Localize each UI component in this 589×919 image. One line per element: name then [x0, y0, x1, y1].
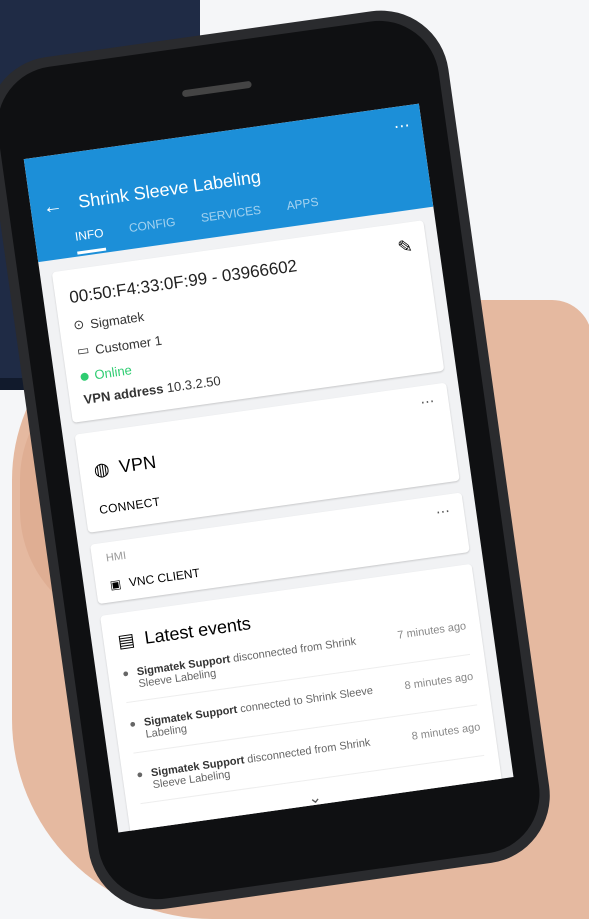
person-icon: ●	[121, 667, 130, 681]
app-screen: ⋯ ← Shrink Sleeve Labeling Info Config S…	[23, 103, 514, 833]
phone-speaker	[181, 80, 252, 98]
status-text: Online	[93, 362, 133, 383]
company-name: Sigmatek	[89, 308, 145, 331]
globe-icon: ◍	[92, 458, 111, 481]
event-time: 7 minutes ago	[396, 620, 467, 642]
latest-events-card: ▤ Latest events ● Sigmatek Support disco…	[100, 563, 504, 833]
vpn-more-icon[interactable]: ⋯	[419, 392, 435, 411]
main-content: ✎ 00:50:F4:33:0F:99 - 03966602 ⊙ Sigmate…	[38, 207, 513, 833]
vnc-client-label: VNC CLIENT	[128, 565, 201, 590]
events-title: Latest events	[143, 613, 253, 648]
hmi-more-icon[interactable]: ⋯	[435, 502, 451, 521]
smartphone: ⋯ ← Shrink Sleeve Labeling Info Config S…	[0, 1, 559, 919]
tab-config[interactable]: Config	[128, 215, 176, 235]
tab-info[interactable]: Info	[74, 225, 106, 255]
vpn-title: VPN	[117, 451, 158, 477]
event-time: 8 minutes ago	[403, 670, 474, 693]
tab-apps[interactable]: Apps	[286, 195, 320, 213]
tag-icon: ▭	[75, 341, 91, 359]
more-vert-icon[interactable]: ⋯	[393, 115, 412, 137]
cast-icon: ▣	[108, 576, 123, 593]
list-icon: ▤	[116, 629, 137, 652]
phone-inner-bezel: ⋯ ← Shrink Sleeve Labeling Info Config S…	[0, 13, 548, 907]
event-actor: Sigmatek Support	[143, 703, 239, 729]
status-dot	[80, 371, 90, 381]
customer-name: Customer 1	[94, 332, 163, 357]
person-icon: ●	[135, 768, 145, 782]
event-time: 8 minutes ago	[410, 721, 482, 743]
vpn-address-value: 10.3.2.50	[165, 372, 222, 396]
tab-services[interactable]: Services	[200, 203, 262, 225]
vpn-address-label: VPN address	[82, 381, 165, 408]
person-icon: ●	[128, 718, 137, 731]
pencil-icon[interactable]: ✎	[396, 236, 414, 259]
building-icon: ⊙	[72, 316, 86, 333]
